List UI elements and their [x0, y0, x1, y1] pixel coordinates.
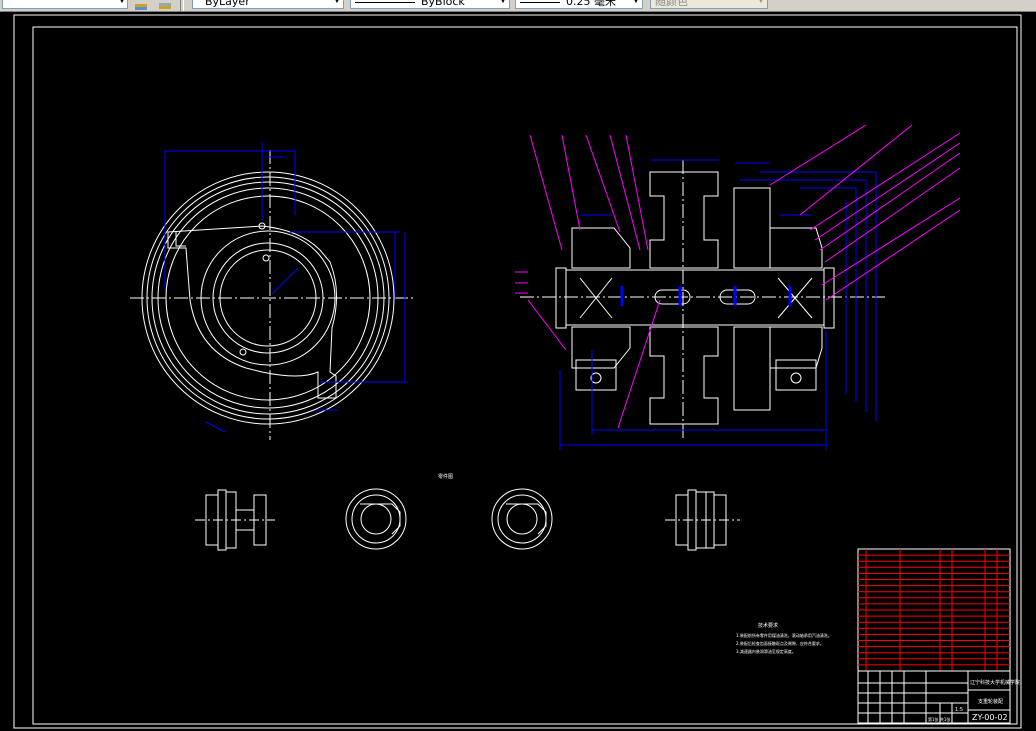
color-control-field[interactable] [2, 0, 128, 9]
linetype-swatch [355, 1, 415, 3]
tech-req-title: 技术要求 [758, 622, 778, 629]
plotstyle-control: 随颜色 ▼ [650, 0, 768, 11]
layer-manager-icon[interactable] [134, 0, 148, 10]
tech-req-line-2: 2.装配后检查齿面接触斑点及侧隙，应符合要求。 [736, 640, 824, 646]
company-name: 辽宁科技大学机械学院 [970, 679, 1020, 686]
properties-toolbar: ▼ ByLayer ▼ ByBlock ▼ 0.25 毫米 ▼ 随颜色 ▼ [0, 0, 1036, 12]
sheet-info: 第1张 共1张 [928, 716, 950, 722]
view-label: 零件图 [438, 473, 453, 480]
chevron-down-icon[interactable]: ▼ [331, 0, 343, 9]
chevron-down-icon[interactable]: ▼ [630, 0, 642, 9]
technical-requirements: 技术要求 1.装配前所有零件用煤油清洗，滚动轴承用汽油清洗。 2.装配后检查齿面… [736, 622, 832, 654]
chevron-down-icon[interactable]: ▼ [497, 0, 509, 9]
drawing-name: 支重轮装配 [978, 698, 1003, 705]
small-views [195, 488, 740, 551]
linetype-control-field[interactable]: ByBlock [350, 0, 510, 9]
tech-req-line-1: 1.装配前所有零件用煤油清洗，滚动轴承用汽油清洗。 [736, 632, 832, 638]
parts-list-table [857, 548, 1011, 672]
drawing-scale: 1:5 [955, 707, 963, 713]
linetype-control[interactable]: ByBlock ▼ [350, 0, 510, 11]
title-block-texts: 辽宁科技大学机械学院 支重轮装配 ZY-00-02 1:5 第1张 共1张 [928, 679, 1020, 722]
tech-req-line-3: 3.减速器内装润滑油至规定高度。 [736, 648, 796, 654]
color-control[interactable]: ▼ [0, 0, 130, 11]
lineweight-control-field[interactable]: 0.25 毫米 [515, 0, 643, 9]
toolbar-separator [180, 0, 184, 11]
lineweight-control[interactable]: 0.25 毫米 ▼ [515, 0, 643, 11]
layer-control[interactable]: ByLayer ▼ [192, 0, 344, 11]
lineweight-value: 0.25 毫米 [566, 0, 616, 8]
chevron-down-icon[interactable]: ▼ [116, 0, 128, 9]
drawing-canvas[interactable]: 零件图 技术要求 1.装配前所有零件用煤油清洗，滚动轴承用汽油清洗。 2.装配后… [0, 12, 1036, 731]
part-leaders [515, 124, 961, 429]
linetype-value: ByBlock [421, 0, 465, 8]
left-wheel-view [130, 150, 416, 440]
layer-control-field[interactable]: ByLayer [192, 0, 344, 9]
chevron-down-icon: ▼ [757, 0, 765, 5]
layer-value: ByLayer [205, 0, 250, 8]
drawing-number: ZY-00-02 [972, 713, 1008, 722]
plotstyle-control-field: 随颜色 [650, 0, 768, 9]
layer-previous-icon[interactable] [158, 0, 172, 10]
lineweight-swatch [520, 1, 560, 3]
